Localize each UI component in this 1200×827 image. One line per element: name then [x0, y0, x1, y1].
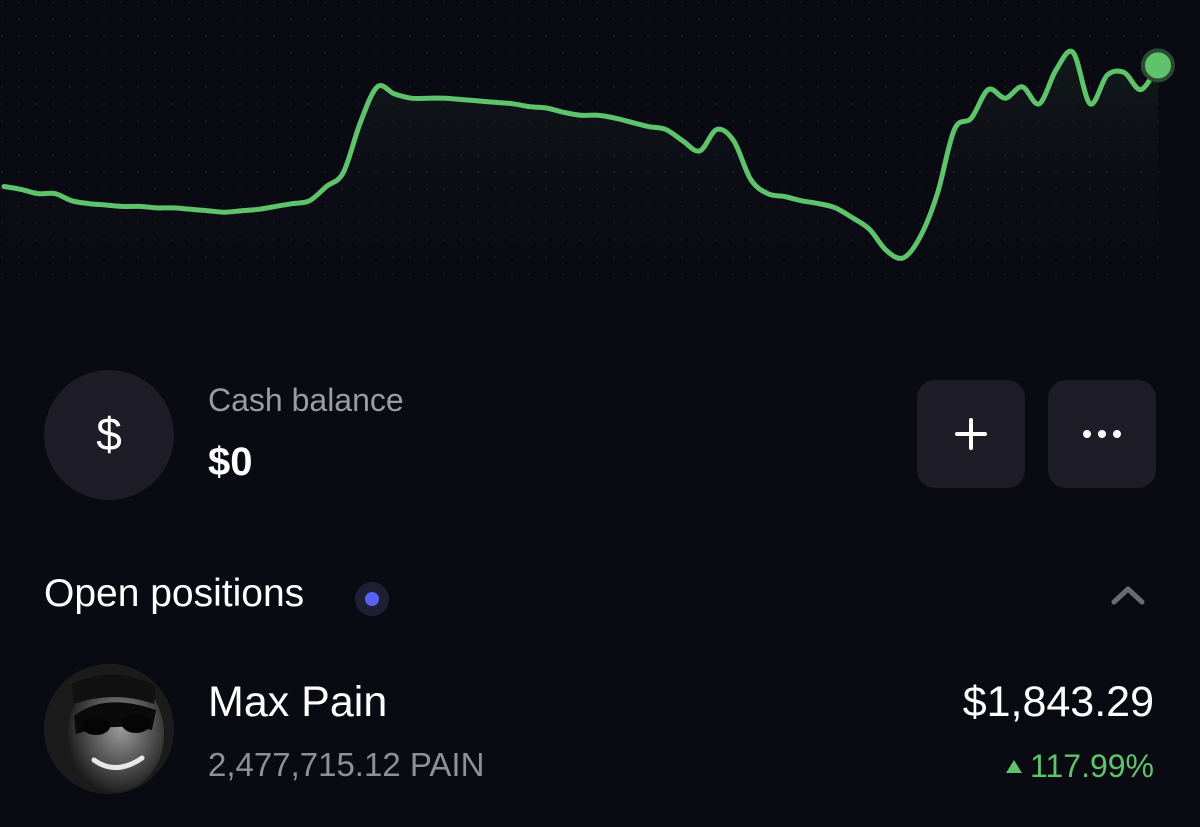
cash-balance-label: Cash balance	[208, 382, 404, 418]
triangle-up-icon	[1006, 760, 1023, 773]
more-options-button[interactable]	[1048, 380, 1156, 488]
position-amount: 2,477,715.12 PAIN	[208, 746, 485, 783]
more-icon	[1083, 430, 1121, 438]
portfolio-screen: $ Cash balance $0 Open positions Max Pai…	[0, 0, 1200, 827]
chart-endpoint-marker[interactable]	[1141, 48, 1175, 83]
token-avatar-image	[44, 664, 174, 794]
dollar-icon: $	[96, 408, 122, 460]
position-change-percent: 117.99%	[1030, 748, 1154, 784]
plus-icon	[955, 418, 987, 450]
cash-balance-value: $0	[208, 440, 253, 484]
open-positions-indicator	[355, 582, 389, 616]
add-funds-button[interactable]	[917, 380, 1025, 488]
cash-balance-avatar: $	[44, 370, 174, 500]
collapse-positions-button[interactable]	[1108, 578, 1148, 610]
token-avatar	[44, 664, 174, 794]
portfolio-chart[interactable]	[0, 0, 1200, 300]
position-change: 117.99%	[1006, 748, 1154, 785]
open-positions-title: Open positions	[44, 572, 305, 615]
chart-svg	[0, 0, 1175, 290]
position-value: $1,843.29	[962, 678, 1154, 726]
position-name: Max Pain	[208, 678, 388, 726]
chevron-up-icon	[1111, 586, 1145, 605]
